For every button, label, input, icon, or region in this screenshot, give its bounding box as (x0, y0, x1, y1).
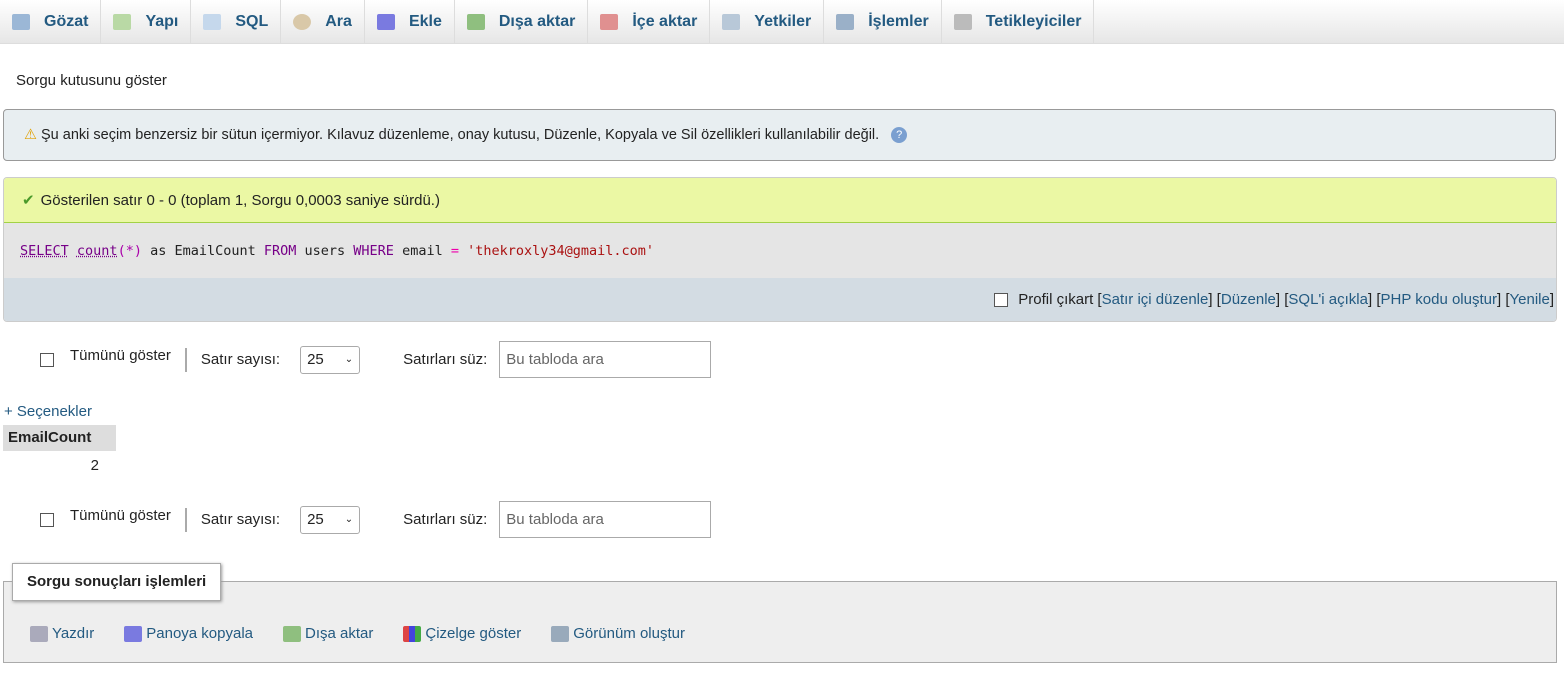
inline-edit-link[interactable]: Satır içi düzenle (1102, 291, 1209, 308)
filter-label: Satırları süz: (403, 511, 488, 528)
export-icon (283, 625, 301, 642)
query-tools: Profil çıkart [Satır içi düzenle] [ Düze… (4, 278, 1556, 321)
view-icon (551, 625, 570, 642)
row-count-select[interactable]: 25 ⌄ (300, 345, 361, 374)
export-button[interactable]: Dışa aktar (283, 625, 373, 642)
php-code-link[interactable]: PHP kodu oluştur (1381, 291, 1497, 308)
table-cell: 2 (90, 457, 99, 474)
nav-bottom: Tümünü göster Satır sayısı: 25 ⌄ Satırlar… (40, 501, 712, 538)
tab-import[interactable]: İçe aktar (588, 0, 711, 43)
warning-icon: ⚠ (24, 127, 37, 143)
sql-column: email (393, 242, 451, 259)
search-icon (293, 13, 312, 30)
profile-checkbox[interactable] (994, 292, 1009, 307)
tab-triggers[interactable]: Tetikleyiciler (942, 0, 1095, 43)
display-chart-button[interactable]: Çizelge göster (403, 625, 521, 642)
notice-box: ⚠ Şu anki seçim benzersiz bir sütun içer… (3, 109, 1556, 161)
show-all-label: Tümünü göster (70, 507, 171, 524)
sql-icon (203, 13, 222, 30)
notice-text: Şu anki seçim benzersiz bir sütun içermi… (41, 127, 880, 143)
show-query-box-link[interactable]: Sorgu kutusunu göster (16, 72, 167, 89)
row-count-select[interactable]: 25 ⌄ (300, 505, 361, 534)
sql-select-keyword[interactable]: SELECT (20, 243, 69, 259)
chevron-down-icon: ⌄ (344, 354, 354, 365)
sql-value: 'thekroxly34@gmail.com' (458, 242, 655, 259)
show-all-checkbox[interactable] (40, 352, 54, 367)
filter-input[interactable]: Bu tabloda ara (499, 501, 712, 538)
export-icon (466, 13, 485, 30)
chevron-down-icon: ⌄ (344, 514, 354, 525)
wrench-icon (836, 13, 855, 30)
show-all-checkbox[interactable] (40, 512, 54, 527)
nav-top: Tümünü göster Satır sayısı: 25 ⌄ Satırlar… (40, 341, 712, 378)
row-count-label: Satır sayısı: (200, 511, 281, 528)
print-button[interactable]: Yazdır (30, 625, 94, 642)
sql-as: as EmailCount (141, 242, 264, 259)
tab-bar: Gözat Yapı SQL Ara Ekle Dışa aktar İçe a… (0, 0, 1564, 44)
help-icon[interactable]: ? (891, 127, 908, 143)
divider (184, 347, 187, 372)
structure-icon (113, 13, 132, 30)
tab-search[interactable]: Ara (281, 0, 365, 43)
tab-operations[interactable]: İşlemler (824, 0, 942, 43)
sql-star: (*) (117, 242, 142, 259)
copy-clipboard-button[interactable]: Panoya kopyala (124, 625, 253, 642)
triggers-icon (953, 13, 972, 30)
filter-input[interactable]: Bu tabloda ara (499, 341, 712, 378)
tab-sql[interactable]: SQL (191, 0, 282, 43)
printer-icon (30, 625, 48, 642)
query-results-operations: Yazdır Panoya kopyala Dışa aktar Çizelge… (3, 581, 1557, 663)
tab-insert[interactable]: Ekle (365, 0, 455, 43)
insert-icon (376, 13, 395, 30)
import-icon (600, 13, 619, 30)
column-header-emailcount[interactable]: EmailCount (3, 425, 116, 451)
tab-export[interactable]: Dışa aktar (455, 0, 589, 43)
sql-where: WHERE (353, 242, 394, 259)
sql-operator: = (450, 242, 459, 259)
sql-query: SELECT count (*) as EmailCount FROM users… (4, 223, 1556, 278)
refresh-link[interactable]: Yenile (1510, 291, 1550, 308)
filter-label: Satırları süz: (403, 351, 488, 368)
tab-structure[interactable]: Yapı (101, 0, 192, 43)
table-icon (12, 13, 30, 30)
row-count-label: Satır sayısı: (200, 351, 281, 368)
query-result: ✔ Gösterilen satır 0 - 0 (toplam 1, Sorgu… (3, 177, 1557, 322)
sql-count-function[interactable]: count (77, 243, 118, 259)
clipboard-icon (124, 625, 143, 642)
privileges-icon (722, 13, 741, 30)
sql-table: users (296, 242, 354, 259)
profile-label: Profil çıkart (1018, 291, 1094, 308)
success-message: ✔ Gösterilen satır 0 - 0 (toplam 1, Sorgu… (4, 178, 1556, 223)
chart-icon (403, 625, 422, 642)
edit-link[interactable]: Düzenle (1221, 291, 1276, 308)
show-all-label: Tümünü göster (70, 347, 171, 364)
create-view-button[interactable]: Görünüm oluştur (551, 625, 685, 642)
divider (184, 507, 187, 532)
tab-privileges[interactable]: Yetkiler (710, 0, 825, 43)
operations-title: Sorgu sonuçları işlemleri (12, 563, 222, 601)
check-icon: ✔ (22, 192, 35, 209)
explain-sql-link[interactable]: SQL'i açıkla (1288, 291, 1368, 308)
sql-from: FROM (263, 242, 297, 259)
tab-browse[interactable]: Gözat (0, 0, 102, 43)
options-link[interactable]: + Seçenekler (4, 403, 92, 420)
